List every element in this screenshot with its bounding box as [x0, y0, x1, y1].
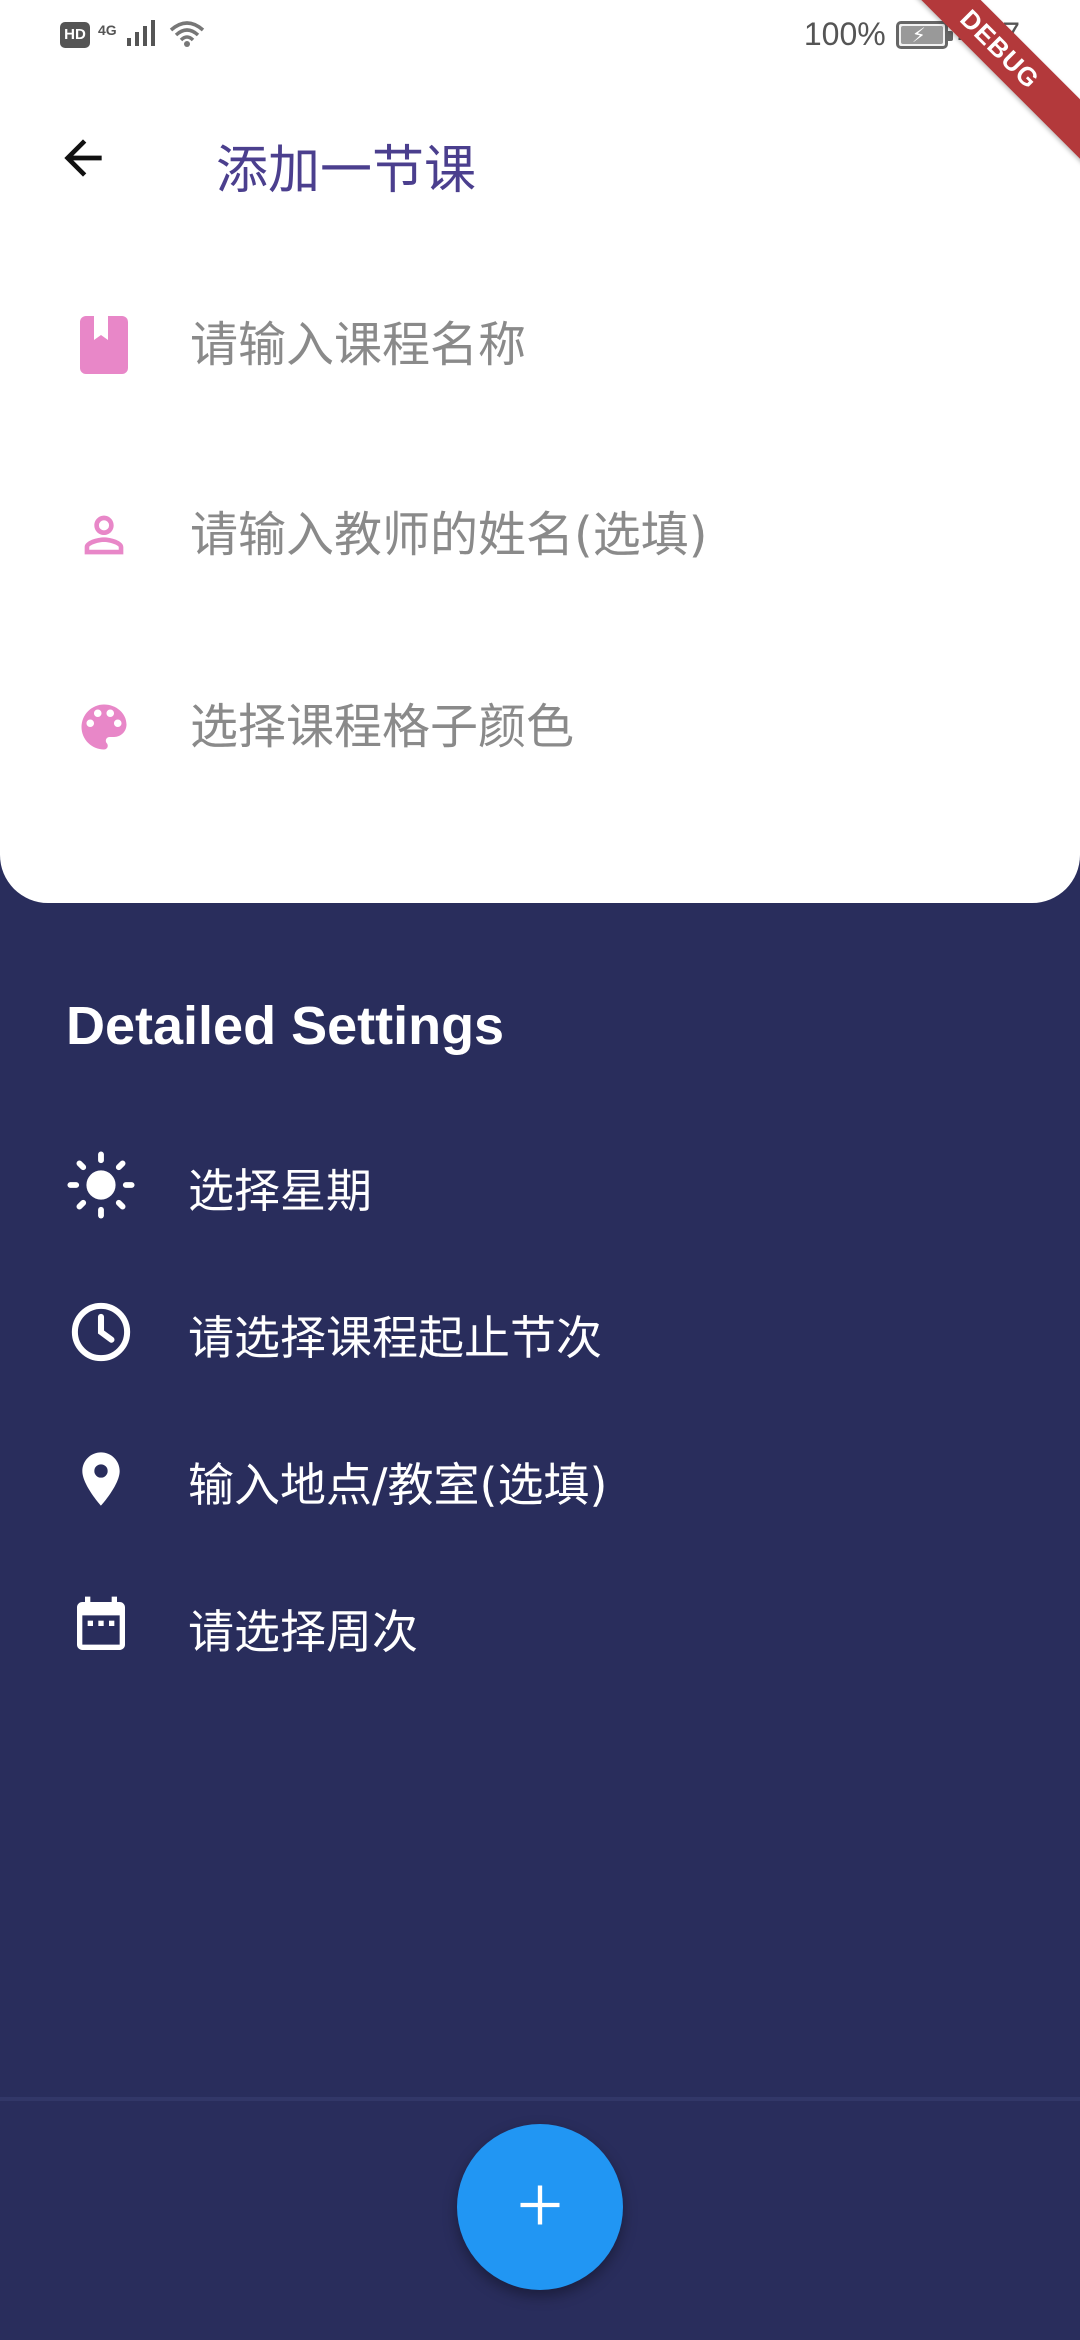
select-periods-label: 请选择课程起止节次	[188, 1311, 602, 1365]
palette-icon	[72, 695, 136, 759]
input-location-label: 输入地点/教室(选填)	[188, 1458, 608, 1512]
app-screen: HD 4G 100% ⚡ DEBUG 添加一节课 请输入课程名称 请输入教师的姓…	[0, 0, 1080, 2340]
course-name-row	[0, 290, 1080, 400]
cell-color-input[interactable]	[190, 687, 1010, 767]
course-form-card: HD 4G 100% ⚡ DEBUG 添加一节课 请输入课程名称 请输入教师的姓…	[0, 0, 1080, 903]
network-type: 4G	[98, 22, 117, 38]
wifi-icon	[167, 18, 207, 52]
detailed-settings-title: Detailed Settings	[66, 996, 505, 1056]
book-icon	[72, 313, 136, 377]
page-title: 添加一节课	[216, 141, 477, 201]
add-course-button[interactable]	[457, 2124, 623, 2290]
teacher-name-input[interactable]	[190, 495, 1010, 575]
person-icon	[72, 503, 136, 567]
select-periods-row[interactable]: 请选择课程起止节次	[0, 1274, 1080, 1384]
status-bar: HD 4G 100% ⚡	[0, 0, 1080, 75]
teacher-name-row	[0, 480, 1080, 590]
status-left: HD 4G	[60, 18, 207, 52]
select-weeks-row[interactable]: 请选择周次	[0, 1568, 1080, 1678]
sun-icon	[66, 1150, 136, 1220]
location-pin-icon	[66, 1444, 136, 1514]
battery-icon: ⚡	[895, 20, 953, 49]
signal-icon	[125, 18, 159, 52]
clock-icon	[66, 1297, 136, 1367]
calendar-icon	[66, 1591, 136, 1661]
plus-icon	[514, 2179, 566, 2235]
course-name-input[interactable]	[190, 305, 1010, 385]
arrow-back-icon	[55, 130, 111, 190]
hd-badge: HD	[60, 22, 90, 48]
select-weeks-label: 请选择周次	[188, 1605, 418, 1659]
select-weekday-label: 选择星期	[188, 1164, 372, 1218]
select-weekday-row[interactable]: 选择星期	[0, 1127, 1080, 1237]
bottom-divider	[0, 2097, 1080, 2101]
cell-color-row[interactable]	[0, 672, 1080, 782]
back-button[interactable]	[48, 125, 118, 195]
input-location-row[interactable]: 输入地点/教室(选填)	[0, 1421, 1080, 1531]
battery-percent: 100%	[803, 16, 886, 52]
